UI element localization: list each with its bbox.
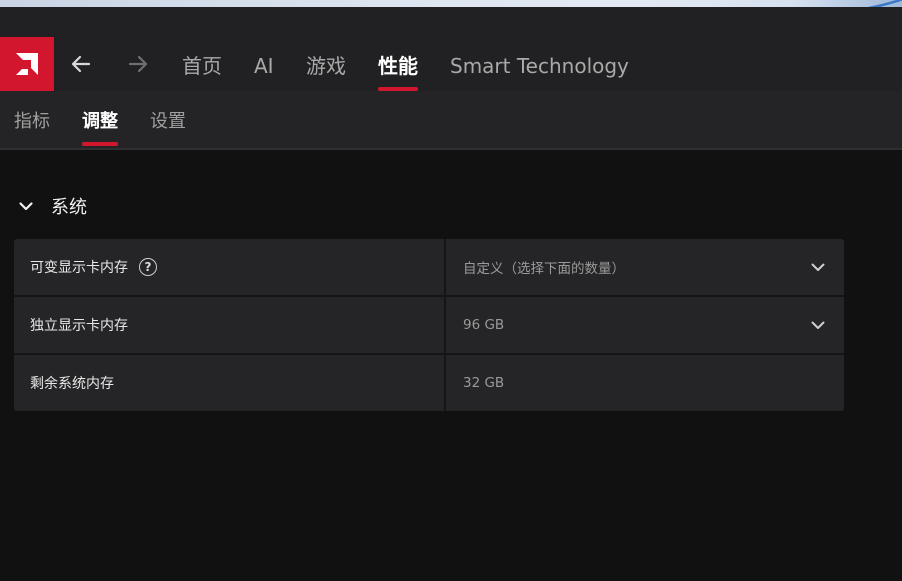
tab-ai[interactable]: AI (254, 37, 274, 91)
top-navigation-bar: 首页 AI 游戏 性能 Smart Technology (0, 37, 902, 91)
dropdown-value: 96 GB (463, 317, 505, 333)
question-mark-icon[interactable]: ? (139, 258, 157, 276)
dropdown-value: 自定义（选择下面的数量） (463, 261, 625, 277)
table-row: 可变显示卡内存 ? 自定义（选择下面的数量） (14, 239, 844, 297)
section-toggle-system[interactable]: 系统 (14, 190, 87, 222)
chevron-down-icon (810, 259, 826, 275)
subtab-tuning[interactable]: 调整 (82, 91, 118, 148)
window-title-bar (0, 7, 902, 37)
setting-label: 可变显示卡内存 ? (14, 239, 446, 295)
subtab-settings[interactable]: 设置 (150, 91, 186, 148)
chevron-down-icon (810, 317, 826, 333)
setting-label: 独立显示卡内存 (14, 297, 446, 353)
arrow-right-icon[interactable] (126, 52, 150, 76)
tab-smart-technology[interactable]: Smart Technology (450, 37, 629, 91)
arrow-left-icon[interactable] (69, 52, 93, 76)
setting-label-text: 剩余系统内存 (30, 376, 114, 392)
subtab-metrics[interactable]: 指标 (14, 91, 50, 148)
setting-label: 剩余系统内存 (14, 355, 446, 411)
divider (0, 148, 902, 150)
sub-navigation-bar: 指标 调整 设置 (0, 91, 902, 148)
chevron-down-icon (14, 194, 38, 218)
section-title: 系统 (51, 197, 87, 218)
setting-label-text: 可变显示卡内存 (30, 260, 128, 276)
setting-label-text: 独立显示卡内存 (30, 318, 128, 334)
variable-graphics-memory-dropdown[interactable]: 自定义（选择下面的数量） (446, 239, 844, 295)
tab-home[interactable]: 首页 (182, 37, 222, 91)
readonly-value: 32 GB (463, 375, 505, 391)
remaining-system-memory-value: 32 GB (446, 355, 844, 411)
amd-logo-icon[interactable] (0, 37, 54, 91)
dedicated-graphics-memory-dropdown[interactable]: 96 GB (446, 297, 844, 353)
table-row: 独立显示卡内存 96 GB (14, 297, 844, 355)
table-row: 剩余系统内存 32 GB (14, 355, 844, 411)
settings-table: 可变显示卡内存 ? 自定义（选择下面的数量） 独立显示卡内存 96 GB 剩余系… (14, 239, 844, 411)
tab-performance[interactable]: 性能 (378, 37, 418, 91)
tab-gaming[interactable]: 游戏 (306, 37, 346, 91)
